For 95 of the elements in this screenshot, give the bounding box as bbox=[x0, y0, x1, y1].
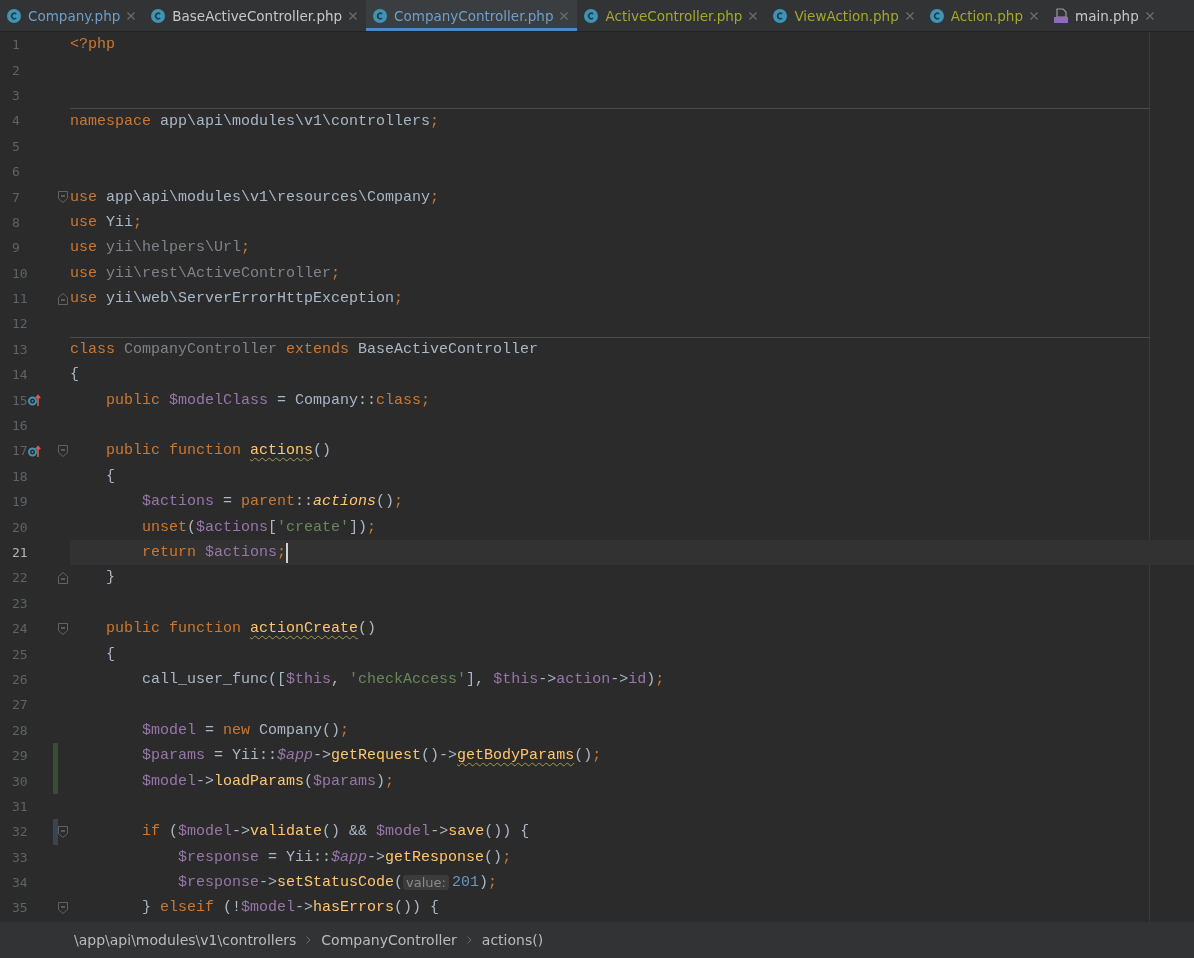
line-number: 35 bbox=[11, 900, 28, 916]
close-icon[interactable] bbox=[905, 11, 914, 20]
line-number: 33 bbox=[11, 849, 28, 865]
code-line: { bbox=[105, 644, 116, 665]
line-number: 18 bbox=[11, 468, 28, 484]
close-icon[interactable] bbox=[127, 11, 136, 20]
fold-icon[interactable] bbox=[58, 444, 68, 457]
close-icon[interactable] bbox=[1030, 11, 1038, 20]
code-line: unset($actions['create']); bbox=[141, 517, 378, 538]
line-number: 13 bbox=[11, 341, 28, 357]
breadcrumb-item[interactable]: \app\api\modules\v1\controllers bbox=[74, 932, 297, 948]
code-line: if ($model->validate() && $model->save()) { bbox=[141, 822, 531, 843]
code-line: public $modelClass = Company::class; bbox=[105, 390, 432, 411]
editor-tab[interactable]: ActiveController.php bbox=[577, 0, 767, 31]
class-icon bbox=[7, 8, 21, 23]
code-line: use yii\helpers\Url; bbox=[70, 238, 252, 259]
code-line: $actions = parent::actions(); bbox=[141, 492, 405, 513]
fold-icon[interactable] bbox=[58, 622, 68, 635]
line-number: 5 bbox=[11, 138, 21, 154]
line-number: 19 bbox=[11, 494, 28, 510]
close-icon[interactable] bbox=[349, 11, 358, 20]
class-icon bbox=[773, 8, 788, 23]
fold-icon[interactable] bbox=[58, 825, 68, 838]
code-line: <?php bbox=[70, 35, 116, 56]
line-number: 16 bbox=[11, 418, 28, 434]
code-line: $model = new Company(); bbox=[141, 720, 351, 741]
line-number: 23 bbox=[11, 595, 28, 611]
code-line: namespace app\api\modules\v1\controllers; bbox=[70, 108, 1150, 134]
breadcrumb-item[interactable]: actions() bbox=[481, 932, 544, 948]
line-number: 14 bbox=[11, 367, 28, 383]
breadcrumb-item[interactable]: CompanyController bbox=[321, 932, 457, 948]
editor-tab[interactable]: BaseActiveController.php bbox=[144, 0, 367, 31]
line-number: 6 bbox=[11, 164, 21, 180]
class-icon bbox=[373, 8, 388, 23]
code-line: $response->setStatusCode( value: 201); bbox=[177, 873, 499, 894]
line-number: 30 bbox=[11, 773, 28, 789]
code-line: call_user_func([$this, 'checkAccess'], $this->action->id); bbox=[141, 669, 666, 690]
line-number: 17 bbox=[11, 443, 28, 459]
line-number: 32 bbox=[11, 824, 28, 840]
code-line: public function actions() bbox=[105, 441, 333, 462]
code-line: $response = Yii::$app->getResponse(); bbox=[177, 847, 513, 868]
code-line: use Yii; bbox=[70, 212, 144, 233]
line-number: 28 bbox=[11, 722, 28, 738]
line-number: 22 bbox=[11, 570, 28, 586]
line-number: 8 bbox=[11, 214, 21, 230]
code-line: class CompanyController extends BaseActiveController bbox=[70, 336, 1150, 363]
editor-tab[interactable]: Action.php bbox=[922, 0, 1047, 31]
line-number: 11 bbox=[11, 291, 28, 307]
line-number: 24 bbox=[11, 621, 28, 637]
code-line: use app\api\modules\v1\resources\Company; bbox=[70, 187, 441, 208]
php-file-icon bbox=[1054, 7, 1068, 24]
fold-icon[interactable] bbox=[58, 191, 68, 204]
close-icon[interactable] bbox=[749, 11, 758, 20]
line-number: 25 bbox=[11, 646, 28, 662]
code-line: $model->loadParams($params); bbox=[141, 771, 396, 792]
code-line: $params = Yii::$app->getRequest()->getBodyParams(); bbox=[141, 746, 603, 767]
line-number: 9 bbox=[11, 240, 21, 256]
editor-tab[interactable]: Company.php bbox=[0, 0, 145, 31]
code-line: { bbox=[105, 466, 116, 487]
fold-end-icon[interactable] bbox=[58, 292, 68, 305]
line-number: 29 bbox=[11, 748, 28, 764]
code-line: use yii\rest\ActiveController; bbox=[70, 263, 342, 284]
code-line: public function actionCreate() bbox=[105, 619, 378, 640]
line-number: 21 bbox=[11, 545, 28, 560]
code-line: use yii\web\ServerErrorHttpException; bbox=[70, 289, 405, 310]
fold-end-icon[interactable] bbox=[58, 571, 68, 584]
line-number: 4 bbox=[11, 113, 21, 129]
editor-tab[interactable]: CompanyController.php bbox=[366, 0, 578, 31]
editor-tab[interactable]: main.php bbox=[1047, 0, 1163, 31]
line-number: 27 bbox=[11, 697, 28, 713]
line-number: 15 bbox=[11, 392, 28, 408]
fold-icon[interactable] bbox=[58, 901, 68, 914]
close-icon[interactable] bbox=[1145, 11, 1154, 20]
line-number: 2 bbox=[11, 62, 21, 78]
chevron-right-icon bbox=[306, 936, 312, 944]
line-number: 31 bbox=[11, 798, 28, 814]
class-icon bbox=[584, 8, 599, 23]
override-method-icon[interactable] bbox=[28, 443, 41, 458]
chevron-right-icon bbox=[466, 936, 472, 944]
line-number: 7 bbox=[11, 189, 21, 205]
code-line: } elseif (!$model->hasErrors()) { bbox=[141, 898, 441, 919]
line-number: 1 bbox=[11, 37, 21, 53]
close-icon[interactable] bbox=[560, 11, 569, 20]
class-icon bbox=[929, 8, 944, 23]
line-number: 10 bbox=[11, 265, 28, 281]
class-icon bbox=[151, 8, 166, 23]
line-number: 3 bbox=[11, 87, 21, 103]
override-method-icon[interactable] bbox=[28, 393, 41, 408]
code-line: } bbox=[105, 568, 116, 589]
line-number: 34 bbox=[11, 875, 28, 891]
line-number: 12 bbox=[11, 316, 28, 332]
line-number: 20 bbox=[11, 519, 28, 535]
editor-tab[interactable]: ViewAction.php bbox=[766, 0, 923, 31]
line-number: 26 bbox=[11, 671, 28, 687]
code-line: { bbox=[70, 365, 80, 386]
